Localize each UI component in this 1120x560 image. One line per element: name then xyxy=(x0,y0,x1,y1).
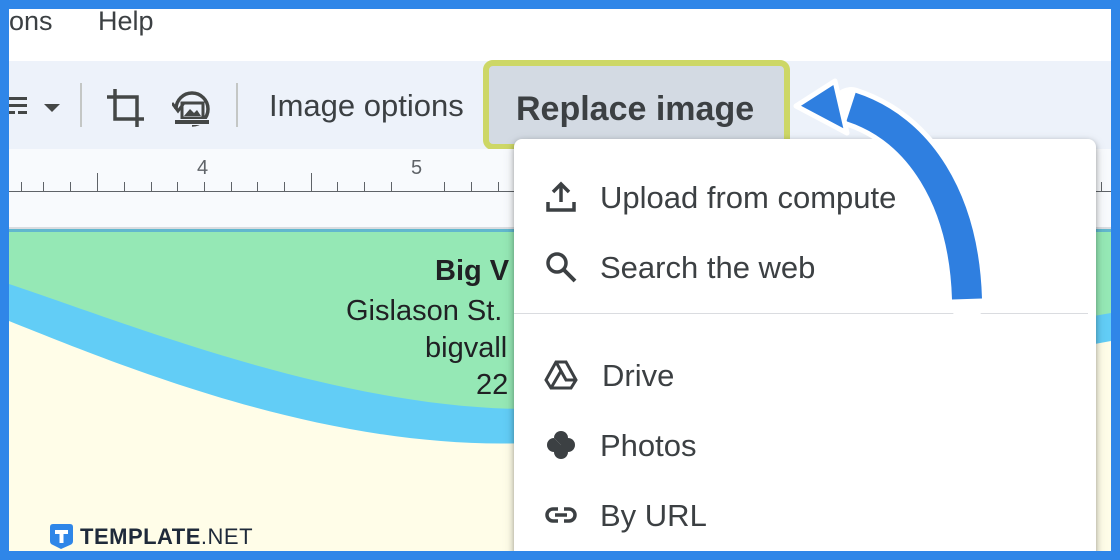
brand-suffix: .NET xyxy=(200,524,254,549)
app-window: ons Help Image options Replace image 4 5… xyxy=(9,9,1111,551)
brand-name: TEMPLATE xyxy=(80,524,201,549)
template-logo-icon xyxy=(50,524,73,549)
brand-text: TEMPLATE.NET xyxy=(80,524,253,550)
callout-arrow-icon xyxy=(793,78,987,319)
